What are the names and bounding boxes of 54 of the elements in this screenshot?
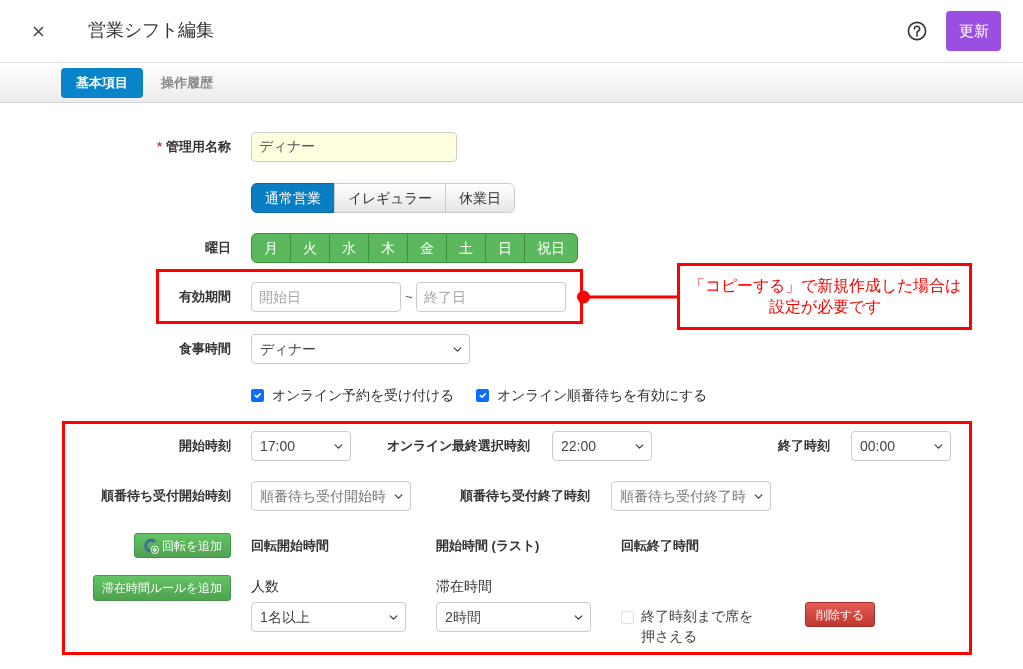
weekday-button[interactable]: 日: [485, 233, 525, 263]
column-heading: 回転終了時間: [621, 536, 699, 555]
date-input[interactable]: 開始日: [251, 281, 401, 312]
checkbox[interactable]: [251, 388, 264, 402]
field-label: 滞在時間: [436, 577, 492, 596]
field-label: 終了時刻: [778, 437, 830, 456]
help-icon[interactable]: [907, 21, 927, 41]
range-separator: ~: [405, 287, 413, 306]
segment-button[interactable]: 休業日: [445, 183, 515, 213]
checkbox[interactable]: [476, 388, 489, 402]
update-button[interactable]: 更新: [946, 11, 1001, 51]
weekday-button[interactable]: 木: [368, 233, 408, 263]
segment-button[interactable]: イレギュラー: [334, 183, 446, 213]
time-select[interactable]: 順番待ち受付終了時: [611, 481, 771, 511]
required-mark: *: [156, 138, 162, 157]
segment-button[interactable]: 通常営業: [251, 183, 335, 213]
weekday-button[interactable]: 金: [407, 233, 447, 263]
field-label: 開始時刻: [179, 437, 231, 456]
weekday-button[interactable]: 土: [446, 233, 486, 263]
field-label: 有効期間: [179, 287, 231, 306]
time-select[interactable]: 22:00: [552, 431, 652, 461]
time-select[interactable]: 順番待ち受付開始時: [251, 481, 411, 511]
weekday-button[interactable]: 火: [290, 233, 330, 263]
column-heading: 回転開始時間: [251, 536, 329, 555]
field-label: 曜日: [205, 239, 231, 258]
callout-note: 「コピーする」で新規作成した場合は設定が必要です: [677, 263, 972, 330]
add-rotation-button[interactable]: 回転を追加: [134, 533, 231, 558]
checkbox-label: オンライン順番待ちを有効にする: [497, 385, 707, 405]
delete-button[interactable]: 削除する: [805, 602, 875, 627]
rule-select[interactable]: 1名以上: [251, 602, 406, 632]
field-label: 食事時間: [179, 340, 231, 359]
field-label: 管理用名称: [166, 138, 231, 157]
weekday-button[interactable]: 月: [251, 233, 291, 263]
page-title: 営業シフト編集: [88, 20, 214, 42]
field-label: 人数: [251, 577, 279, 596]
add-stay-rule-button[interactable]: 滞在時間ルールを追加: [93, 575, 231, 601]
circular-arrow-plus-icon: [143, 537, 159, 554]
time-select[interactable]: 00:00: [851, 431, 951, 461]
checkbox-label: 終了時刻まで席を押さえる: [641, 607, 754, 646]
time-select[interactable]: 17:00: [251, 431, 351, 461]
column-heading: 開始時間 (ラスト): [436, 536, 540, 555]
checkbox-label: オンライン予約を受け付ける: [272, 385, 454, 405]
weekday-button[interactable]: 水: [329, 233, 369, 263]
date-input[interactable]: 終了日: [415, 281, 566, 312]
text-input[interactable]: ディナー: [251, 132, 457, 162]
tab[interactable]: 操作履歴: [146, 67, 228, 98]
meal-select[interactable]: ディナー: [251, 334, 470, 364]
field-label: オンライン最終選択時刻: [387, 437, 530, 456]
field-label: 順番待ち受付開始時刻: [101, 487, 231, 506]
rule-select[interactable]: 2時間: [436, 602, 591, 632]
field-label: 順番待ち受付終了時刻: [460, 487, 590, 506]
close-icon[interactable]: [33, 25, 44, 37]
weekday-button[interactable]: 祝日: [524, 233, 578, 263]
tab[interactable]: 基本項目: [61, 67, 143, 98]
